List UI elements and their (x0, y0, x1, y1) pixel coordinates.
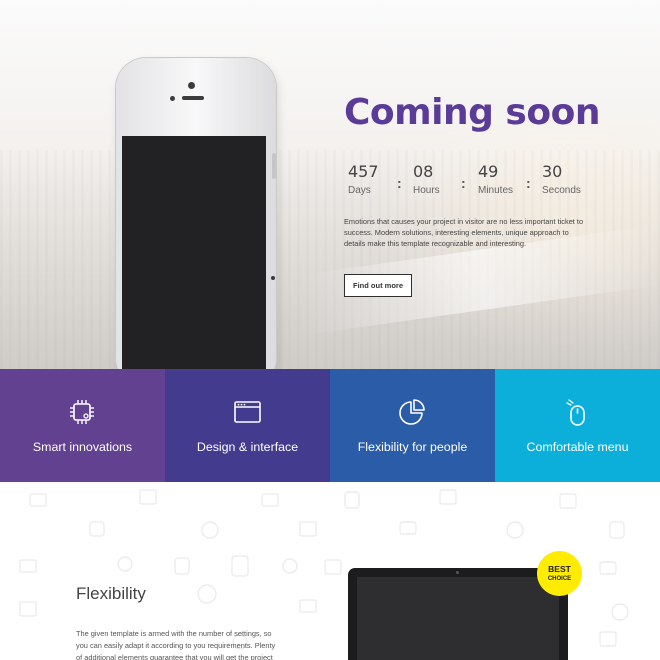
page-title: Coming soon (344, 92, 600, 133)
countdown-seconds-label: Seconds (542, 185, 581, 196)
browser-window-icon (234, 401, 261, 423)
countdown-minutes-label: Minutes (478, 185, 514, 196)
countdown-days-label: Days (348, 185, 371, 196)
feature-design-interface[interactable]: Design & interface (165, 369, 330, 482)
phone-side-button (272, 153, 276, 179)
best-choice-badge: BEST CHOICE (537, 551, 582, 596)
feature-comfortable-menu[interactable]: Comfortable menu (495, 369, 660, 482)
countdown-separator: : (461, 175, 466, 191)
feature-label: Comfortable menu (526, 440, 629, 454)
countdown-minutes-value: 49 (478, 162, 499, 181)
countdown-hours-value: 08 (413, 162, 434, 181)
chip-icon (70, 400, 94, 424)
countdown-hours-label: Hours (413, 185, 440, 196)
flexibility-section: Flexibility The given template is armed … (0, 482, 660, 660)
countdown-separator: : (397, 175, 402, 191)
countdown-minutes: 49 Minutes (478, 162, 513, 196)
phone-speaker (182, 96, 204, 100)
features-strip: Smart innovations Design & interface Fle… (0, 369, 660, 482)
laptop-screen (357, 577, 559, 660)
pie-chart-icon (399, 399, 425, 425)
badge-line-1: BEST (548, 564, 571, 575)
find-out-more-button[interactable]: Find out more (344, 274, 412, 297)
feature-smart-innovations[interactable]: Smart innovations (0, 369, 165, 482)
feature-label: Flexibility for people (357, 440, 468, 454)
countdown-timer: 457 Days : 08 Hours : 49 Minutes : 30 Se… (348, 162, 598, 202)
section-text: The given template is armed with the num… (76, 629, 276, 660)
countdown-separator: : (526, 175, 531, 191)
section-title: Flexibility (76, 584, 146, 603)
laptop-camera (456, 571, 459, 574)
badge-line-2: CHOICE (547, 575, 572, 582)
feature-label: Smart innovations (32, 440, 133, 454)
laptop-mockup (348, 568, 568, 660)
phone-side-dot (271, 276, 275, 280)
phone-mockup (116, 58, 276, 369)
countdown-days-value: 457 (348, 162, 379, 181)
feature-label: Design & interface (196, 440, 299, 454)
countdown-hours: 08 Hours (413, 162, 440, 196)
countdown-seconds-value: 30 (542, 162, 563, 181)
phone-screen (122, 136, 266, 369)
hero-section: Coming soon 457 Days : 08 Hours : 49 Min… (0, 0, 660, 369)
countdown-seconds: 30 Seconds (542, 162, 581, 196)
mouse-icon (566, 399, 585, 426)
hero-description: Emotions that causes your project in vis… (344, 217, 584, 248)
feature-flexibility-for-people[interactable]: Flexibility for people (330, 369, 495, 482)
countdown-days: 457 Days (348, 162, 379, 196)
phone-camera (188, 82, 195, 89)
phone-sensor (170, 96, 175, 101)
